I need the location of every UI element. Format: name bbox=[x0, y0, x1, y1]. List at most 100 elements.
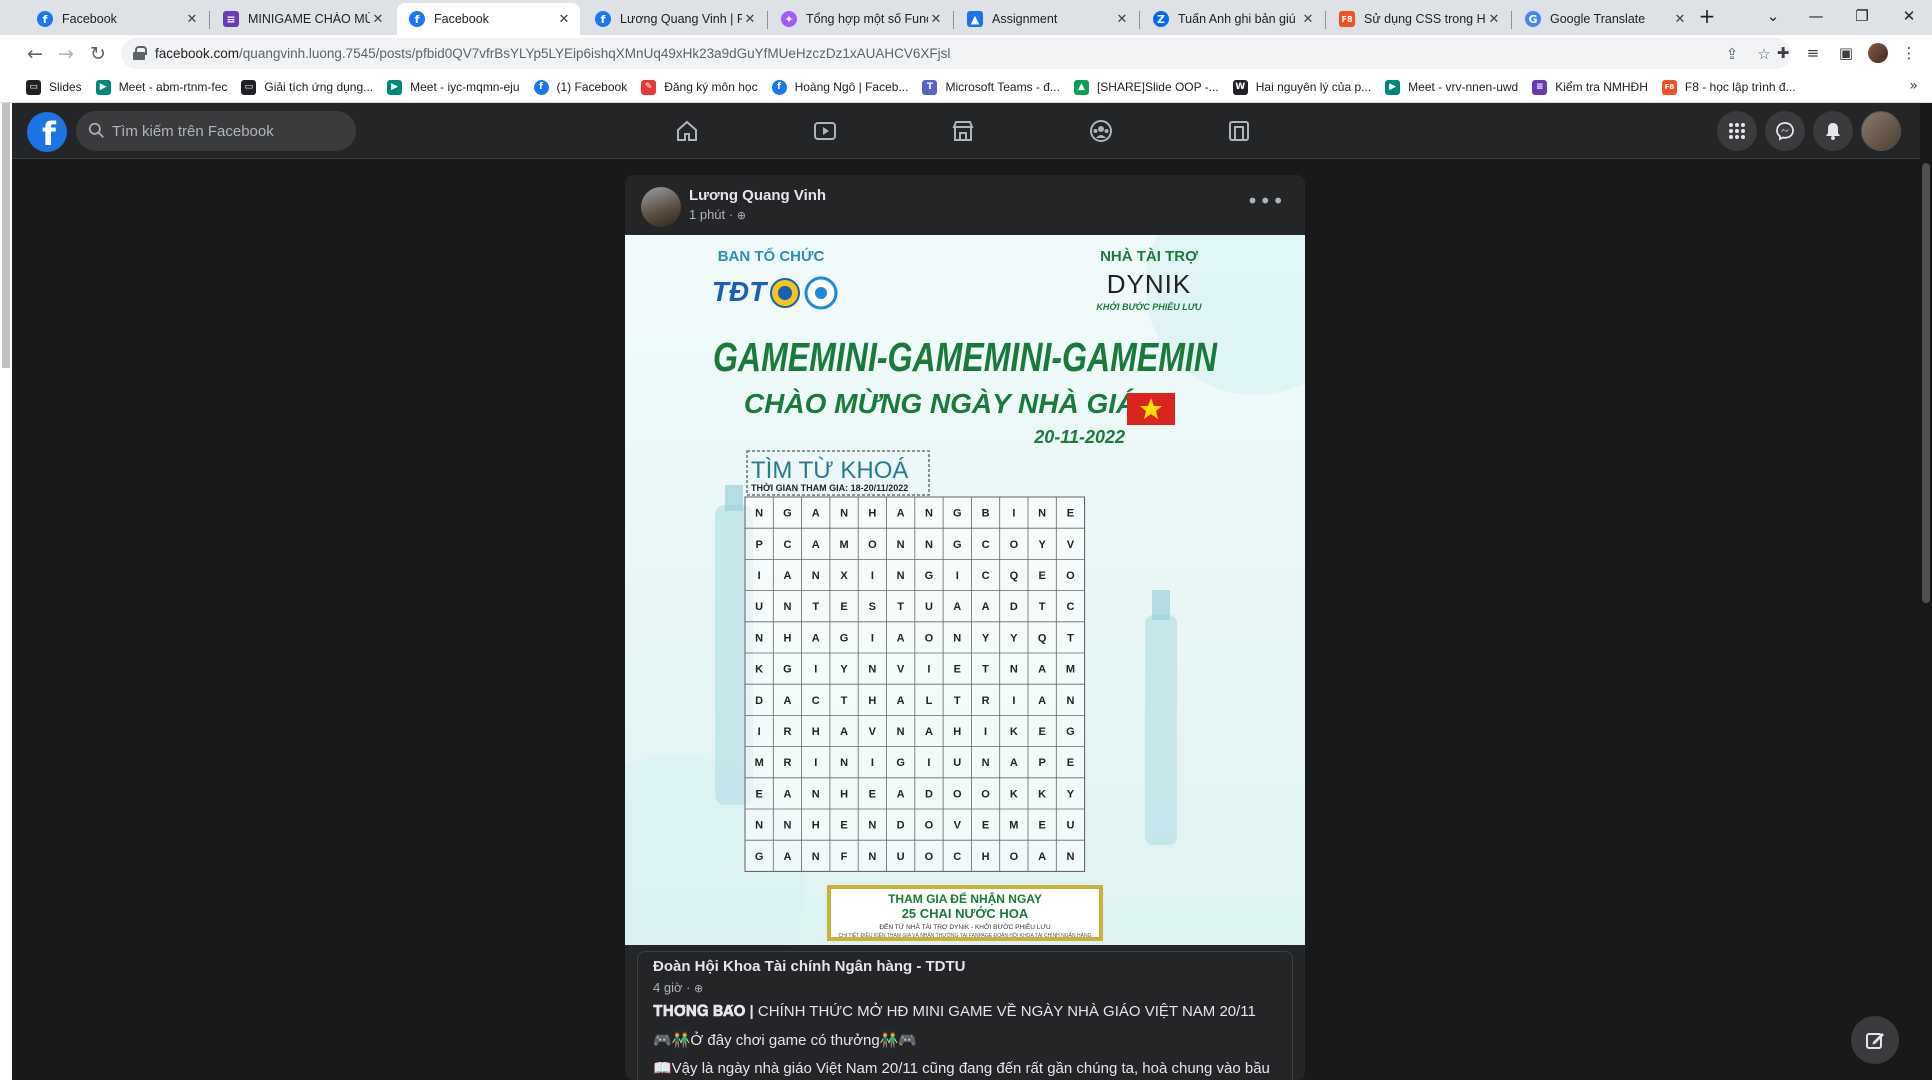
tab-close-icon[interactable]: ✕ bbox=[1300, 11, 1316, 27]
groups-icon[interactable] bbox=[1081, 113, 1121, 149]
bookmark-item[interactable]: ▭ Giải tích ứng dụng... bbox=[241, 79, 373, 95]
grid-letter: N bbox=[840, 508, 848, 520]
left-scrollbar-thumb[interactable] bbox=[2, 103, 10, 368]
tab-close-icon[interactable]: ✕ bbox=[370, 11, 386, 27]
bookmark-label: Hoàng Ngô | Faceb... bbox=[794, 80, 909, 94]
tab-close-icon[interactable]: ✕ bbox=[1672, 11, 1688, 27]
restore-icon[interactable]: ❐ bbox=[1839, 0, 1885, 32]
tab-close-icon[interactable]: ✕ bbox=[1486, 11, 1502, 27]
browser-menu-icon[interactable]: ⋮ bbox=[1898, 42, 1920, 64]
post-options-icon[interactable]: ••• bbox=[1247, 189, 1285, 213]
bookmark-item[interactable]: f (1) Facebook bbox=[533, 79, 628, 95]
grid-letter: T bbox=[982, 664, 989, 676]
grid-letter: E bbox=[840, 601, 847, 613]
tab-close-icon[interactable]: ✕ bbox=[1114, 11, 1130, 27]
grid-letter: A bbox=[1038, 664, 1046, 676]
bookmark-item[interactable]: W Hai nguyên lý của p... bbox=[1232, 79, 1371, 95]
grid-letter: G bbox=[783, 508, 792, 520]
tab-close-icon[interactable]: ✕ bbox=[556, 11, 572, 27]
globe-icon: ⊕ bbox=[736, 209, 746, 222]
tab-close-icon[interactable]: ✕ bbox=[928, 11, 944, 27]
bookmark-item[interactable]: ▶ Meet - vrv-nnen-uwd bbox=[1385, 79, 1518, 95]
tab-search-icon[interactable]: ⌄ bbox=[1750, 0, 1796, 32]
home-icon[interactable] bbox=[667, 113, 707, 149]
page-scrollbar[interactable] bbox=[1920, 159, 1932, 1080]
side-panel-icon[interactable]: ▣ bbox=[1835, 42, 1857, 64]
browser-tab[interactable]: F8 Sử dụng CSS trong HT ✕ bbox=[1327, 3, 1510, 35]
author-avatar[interactable] bbox=[641, 187, 681, 227]
forward-icon[interactable]: → bbox=[52, 40, 80, 68]
word-search-grid: N G A N H A N G B I N E P C A M O N N G C O Y V I A N X I N G I C Q E O U N T E… bbox=[744, 496, 1086, 872]
grid-letter: T bbox=[841, 695, 848, 707]
shared-post-timestamp[interactable]: 4 giờ · ⊕ bbox=[653, 980, 703, 995]
browser-tab[interactable]: ≡ MINIGAME CHÀO MỪ ✕ bbox=[211, 3, 394, 35]
slides-icon: ▭ bbox=[241, 79, 257, 95]
bookmark-item[interactable]: f Hoàng Ngô | Faceb... bbox=[771, 79, 909, 95]
grid-letter: N bbox=[840, 757, 848, 769]
more-bookmarks-icon[interactable]: » bbox=[1909, 78, 1918, 94]
bookmark-item[interactable]: ≡ Kiểm tra NMHĐH bbox=[1532, 79, 1648, 95]
profile-avatar[interactable] bbox=[1868, 43, 1888, 63]
grid-letter: N bbox=[925, 539, 933, 551]
bookmark-item[interactable]: F8 F8 - học lập trình đ... bbox=[1661, 79, 1796, 95]
browser-tab[interactable]: Z Tuấn Anh ghi bản giú ✕ bbox=[1141, 3, 1324, 35]
bookmark-item[interactable]: ▭ Slides bbox=[26, 79, 82, 95]
address-bar[interactable]: facebook.com/quangvinh.luong.7545/posts/… bbox=[121, 38, 1791, 69]
grid-letter: A bbox=[925, 726, 933, 738]
browser-tab[interactable]: f Facebook ✕ bbox=[25, 3, 208, 35]
grid-letter: C bbox=[982, 570, 990, 582]
page-scrollbar-thumb[interactable] bbox=[1922, 163, 1930, 603]
grid-letter: S bbox=[869, 601, 876, 613]
notifications-bell-icon[interactable] bbox=[1813, 111, 1853, 151]
back-icon[interactable]: ← bbox=[21, 40, 49, 68]
messenger-icon[interactable] bbox=[1765, 111, 1805, 151]
facebook-search-input[interactable]: Tìm kiếm trên Facebook bbox=[76, 111, 356, 151]
browser-tab[interactable]: ▲ Assignment ✕ bbox=[955, 3, 1138, 35]
browser-tab[interactable]: f Facebook ✕ bbox=[397, 3, 580, 35]
facebook-logo-icon[interactable]: f bbox=[27, 112, 67, 152]
bookmark-label: F8 - học lập trình đ... bbox=[1684, 80, 1796, 94]
post-image[interactable]: BAN TỔ CHỨC TĐT NHÀ TÀI TRỢ DYNIK KHỞI B… bbox=[625, 235, 1305, 945]
grid-letter: A bbox=[897, 632, 905, 644]
bookmark-item[interactable]: ▲ [SHARE]Slide OOP -... bbox=[1073, 79, 1219, 95]
grid-letter: C bbox=[812, 695, 820, 707]
bookmark-item[interactable]: ✎ Đăng ký môn học bbox=[641, 79, 758, 95]
post-author[interactable]: Lương Quang Vinh bbox=[689, 187, 826, 204]
reading-list-icon[interactable]: ≡ bbox=[1802, 42, 1824, 64]
bookmark-item[interactable]: ▶ Meet - abm-rtnm-fec bbox=[95, 79, 227, 95]
left-scrollbar[interactable] bbox=[0, 103, 12, 1080]
grid-letter: I bbox=[871, 757, 874, 769]
grid-letter: A bbox=[982, 601, 990, 613]
bookmark-item[interactable]: T Microsoft Teams - đ... bbox=[922, 79, 1060, 95]
browser-tab[interactable]: f Lương Quang Vinh | Fa ✕ bbox=[583, 3, 766, 35]
gaming-icon[interactable] bbox=[1219, 113, 1259, 149]
close-window-icon[interactable]: ✕ bbox=[1886, 0, 1932, 32]
grid-letter: Y bbox=[1010, 632, 1018, 644]
bookmark-label: (1) Facebook bbox=[556, 80, 628, 94]
account-avatar[interactable] bbox=[1861, 111, 1901, 151]
grid-letter: E bbox=[1038, 570, 1045, 582]
new-message-button[interactable] bbox=[1851, 1016, 1899, 1064]
shared-post-author[interactable]: Đoàn Hội Khoa Tài chính Ngân hàng - TDTU bbox=[653, 958, 966, 975]
browser-tab[interactable]: G Google Translate ✕ bbox=[1513, 3, 1696, 35]
grid-letter: N bbox=[868, 664, 876, 676]
marketplace-icon[interactable] bbox=[943, 113, 983, 149]
extensions-icon[interactable]: ✚ bbox=[1772, 42, 1794, 64]
menu-grid-icon[interactable] bbox=[1717, 111, 1757, 151]
facebook-icon: f bbox=[595, 11, 611, 27]
tab-close-icon[interactable]: ✕ bbox=[184, 11, 200, 27]
grid-letter: I bbox=[758, 726, 761, 738]
share-icon[interactable]: ⇪ bbox=[1721, 43, 1743, 65]
reload-icon[interactable]: ↻ bbox=[84, 40, 112, 68]
grid-letter: I bbox=[1012, 695, 1015, 707]
new-tab-button[interactable]: + bbox=[1693, 0, 1721, 32]
browser-tab[interactable]: ✦ Tổng hợp một số Func ✕ bbox=[769, 3, 952, 35]
tab-close-icon[interactable]: ✕ bbox=[742, 11, 758, 27]
post-timestamp[interactable]: 1 phút · ⊕ bbox=[689, 207, 746, 222]
grid-letter: I bbox=[758, 570, 761, 582]
form-icon: ≡ bbox=[223, 11, 239, 27]
bookmark-item[interactable]: ▶ Meet - iyc-mqmn-eju bbox=[387, 79, 520, 95]
watch-icon[interactable] bbox=[805, 113, 845, 149]
minimize-icon[interactable]: — bbox=[1793, 0, 1839, 32]
grid-letter: A bbox=[897, 508, 905, 520]
